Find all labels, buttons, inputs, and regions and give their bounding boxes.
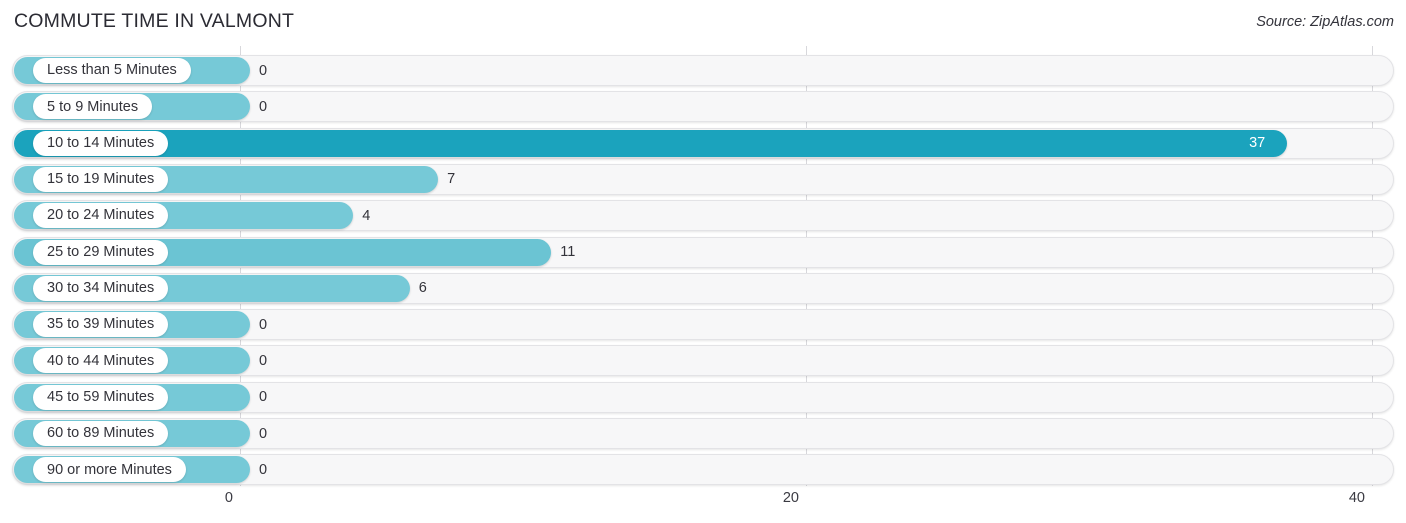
- category-label-pill: 60 to 89 Minutes: [33, 421, 169, 446]
- x-axis-tick-40: 40: [1348, 490, 1365, 506]
- plot-area: Less than 5 Minutes 0 5 to 9 Minutes 0 10 to…: [0, 46, 1406, 486]
- chart-header: COMMUTE TIME IN VALMONT Source: ZipAtlas…: [0, 0, 1406, 46]
- category-label-pill: 45 to 59 Minutes: [33, 384, 169, 410]
- x-axis: 0 20 40: [0, 486, 1406, 523]
- category-label-pill: 20 to 24 Minutes: [33, 203, 169, 229]
- x-axis-tick-20: 20: [782, 490, 799, 506]
- bar-row[interactable]: 45 to 59 Minutes 0: [0, 381, 1406, 415]
- bar-row[interactable]: 15 to 19 Minutes 7: [0, 163, 1406, 197]
- category-label: Less than 5 Minutes: [47, 62, 177, 79]
- category-label: 15 to 19 Minutes: [47, 171, 155, 188]
- bar-value-label: 11: [560, 244, 576, 260]
- category-label: 90 or more Minutes: [47, 461, 172, 478]
- category-label-pill: 10 to 14 Minutes: [33, 130, 169, 156]
- category-label-pill: 25 to 29 Minutes: [33, 239, 169, 265]
- category-label: 10 to 14 Minutes: [47, 134, 155, 151]
- bar-row[interactable]: 10 to 14 Minutes 37: [0, 127, 1406, 161]
- category-label: 25 to 29 Minutes: [47, 243, 155, 260]
- bar-row[interactable]: 5 to 9 Minutes 0: [0, 91, 1406, 124]
- category-label: 45 to 59 Minutes: [47, 388, 155, 405]
- category-label-pill: 40 to 44 Minutes: [33, 348, 169, 374]
- bar-value-label: 0: [259, 389, 268, 406]
- bar-value-label: 7: [447, 171, 456, 188]
- category-label-pill: 15 to 19 Minutes: [33, 166, 169, 192]
- bar-value-label: 4: [362, 207, 371, 224]
- category-label: 30 to 34 Minutes: [47, 280, 155, 297]
- bar-value-label: 0: [259, 461, 268, 478]
- bar-row[interactable]: 40 to 44 Minutes 0: [0, 345, 1406, 378]
- bar-value-label: 0: [259, 98, 268, 115]
- bar-row[interactable]: 90 or more Minutes 0: [0, 454, 1406, 487]
- category-label: 20 to 24 Minutes: [47, 207, 155, 224]
- bar-value-inside: 37: [1249, 135, 1266, 152]
- category-label: 60 to 89 Minutes: [47, 425, 155, 442]
- category-label-pill: 30 to 34 Minutes: [33, 275, 169, 301]
- category-label: 5 to 9 Minutes: [47, 98, 139, 115]
- category-label-pill: 5 to 9 Minutes: [33, 94, 153, 120]
- bar-row[interactable]: 35 to 39 Minutes 0: [0, 309, 1406, 342]
- bar-row[interactable]: 20 to 24 Minutes 4: [0, 200, 1406, 233]
- category-label-pill: 90 or more Minutes: [33, 457, 186, 483]
- category-label: 35 to 39 Minutes: [47, 316, 155, 333]
- bar-row[interactable]: 30 to 34 Minutes 6: [0, 272, 1406, 306]
- category-label: 40 to 44 Minutes: [47, 352, 155, 369]
- category-label-pill: 35 to 39 Minutes: [33, 312, 169, 338]
- category-label-pill: Less than 5 Minutes: [33, 58, 191, 83]
- bar-value-label: 0: [259, 352, 268, 369]
- source-attribution: Source: ZipAtlas.com: [1256, 14, 1394, 30]
- bar-value-label: 0: [259, 62, 268, 79]
- x-axis-tick-0: 0: [224, 490, 233, 506]
- bar-value-label: 6: [418, 280, 427, 297]
- bar-row[interactable]: 60 to 89 Minutes 0: [0, 418, 1406, 451]
- bar-value-label: 0: [259, 425, 268, 442]
- bar-row[interactable]: Less than 5 Minutes 0: [0, 55, 1406, 88]
- page-title: COMMUTE TIME IN VALMONT: [14, 10, 295, 32]
- bar-value-label: 0: [259, 316, 268, 333]
- chart-page: COMMUTE TIME IN VALMONT Source: ZipAtlas…: [0, 0, 1406, 523]
- value-bar[interactable]: [14, 129, 1288, 157]
- bar-row[interactable]: 25 to 29 Minutes 11: [0, 236, 1406, 270]
